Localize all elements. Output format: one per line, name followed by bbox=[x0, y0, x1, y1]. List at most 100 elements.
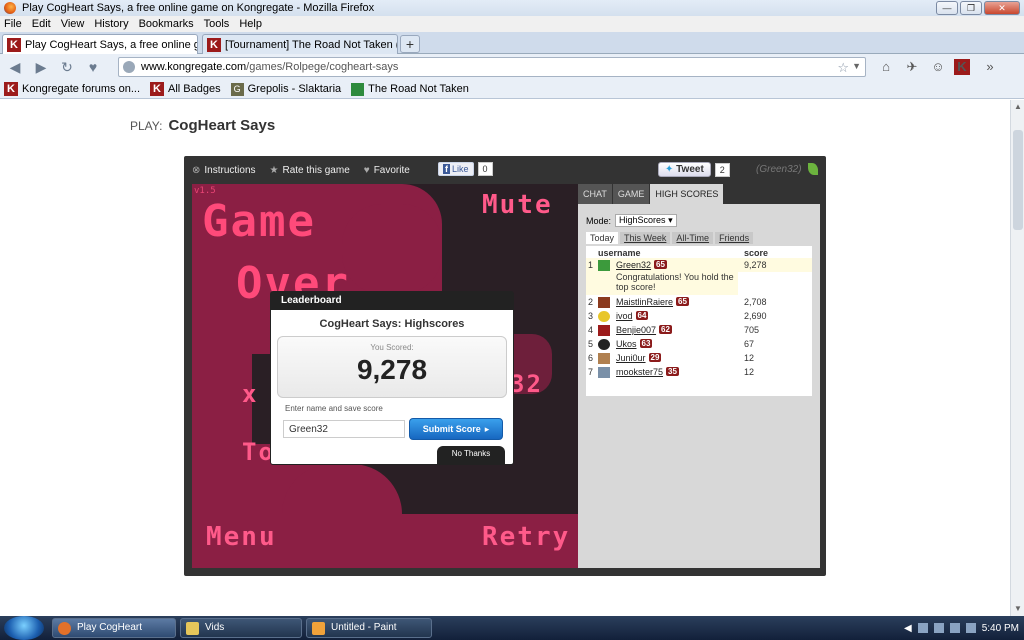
row-rank: 5 bbox=[588, 339, 594, 349]
menu-bar: File Edit View History Bookmarks Tools H… bbox=[0, 16, 1024, 32]
volume-icon[interactable] bbox=[949, 623, 960, 633]
retry-button[interactable]: Retry bbox=[482, 522, 570, 552]
tab-this-week[interactable]: This Week bbox=[620, 232, 671, 244]
window-title: Play CogHeart Says, a free online game o… bbox=[22, 2, 375, 14]
url-bar[interactable]: www.kongregate.com /games/Rolpege/coghea… bbox=[118, 57, 866, 77]
start-button[interactable] bbox=[4, 616, 44, 640]
no-thanks-button[interactable]: No Thanks bbox=[437, 446, 505, 464]
close-window-button[interactable]: ✕ bbox=[984, 1, 1020, 15]
menu-file[interactable]: File bbox=[4, 18, 22, 30]
score-value: 9,278 bbox=[356, 354, 428, 385]
chevron-right-icon: ▸ bbox=[484, 423, 490, 434]
tab-all-time[interactable]: All-Time bbox=[672, 232, 714, 244]
bookmark-road-not-taken[interactable]: The Road Not Taken bbox=[351, 82, 469, 96]
favorite-link[interactable]: ♥ Favorite bbox=[364, 165, 410, 176]
network-icon[interactable] bbox=[933, 623, 944, 633]
row-username[interactable]: Green32 bbox=[616, 260, 651, 270]
facebook-like-button[interactable]: f Like bbox=[438, 162, 474, 176]
avatar[interactable] bbox=[598, 311, 610, 322]
enter-name-label: Enter name and save score bbox=[285, 404, 383, 413]
row-username[interactable]: MaistlinRaiere bbox=[616, 297, 673, 307]
username-tag[interactable]: (Green32) bbox=[756, 164, 802, 175]
tweet-button[interactable]: ✦ Tweet bbox=[658, 162, 711, 177]
range-tabs: Today This Week All-Time Friends bbox=[586, 232, 754, 244]
info-icon: ⊗ bbox=[192, 164, 201, 176]
tab-chat[interactable]: CHAT bbox=[578, 184, 613, 204]
tab-cogheart[interactable]: K Play CogHeart Says, a free online ga..… bbox=[2, 34, 198, 54]
row-username[interactable]: ivod bbox=[616, 311, 633, 321]
scroll-up-icon[interactable]: ▲ bbox=[1011, 100, 1024, 114]
avatar[interactable] bbox=[598, 339, 610, 350]
taskbar-item-vids[interactable]: Vids bbox=[180, 618, 302, 638]
mute-button[interactable]: Mute bbox=[482, 190, 553, 220]
forward-arrow-icon[interactable]: ▶ bbox=[30, 56, 52, 78]
mode-label: Mode: bbox=[586, 215, 612, 226]
home-icon[interactable]: ⌂ bbox=[876, 57, 896, 77]
row-username[interactable]: Juni0ur bbox=[616, 353, 646, 363]
taskbar-item-paint[interactable]: Untitled - Paint bbox=[306, 618, 432, 638]
tweet-count: 2 bbox=[714, 162, 730, 177]
kongregate-addon-icon[interactable]: K bbox=[954, 59, 970, 75]
scroll-down-icon[interactable]: ▼ bbox=[1011, 602, 1024, 616]
star-icon: ★ bbox=[269, 164, 279, 176]
menu-button[interactable]: Menu bbox=[206, 522, 277, 552]
menu-bookmarks[interactable]: Bookmarks bbox=[139, 18, 194, 30]
row-username[interactable]: mookster75 bbox=[616, 367, 663, 377]
tab-today[interactable]: Today bbox=[586, 232, 619, 244]
security-icon[interactable] bbox=[965, 623, 976, 633]
scrollbar-thumb[interactable] bbox=[1013, 130, 1023, 230]
menu-chevron-icon[interactable]: » bbox=[980, 57, 1000, 77]
avatar[interactable] bbox=[598, 325, 610, 336]
clock[interactable]: 5:40 PM bbox=[982, 623, 1019, 634]
side-panel: CHAT GAME HIGH SCORES Mode: HighScores ▾… bbox=[578, 184, 820, 568]
avatar[interactable] bbox=[598, 297, 610, 308]
row-rank: 2 bbox=[588, 297, 594, 307]
bookmark-star-icon[interactable]: ☆ bbox=[837, 60, 849, 76]
addon-icon[interactable]: ✈ bbox=[902, 57, 922, 77]
tray-app-icon[interactable] bbox=[917, 623, 928, 633]
tab-high-scores[interactable]: HIGH SCORES bbox=[650, 184, 725, 204]
tab-tournament[interactable]: K [Tournament] The Road Not Taken (... ✕ bbox=[202, 34, 398, 54]
site-identity-icon[interactable] bbox=[123, 61, 135, 73]
show-hidden-icons[interactable]: ◀ bbox=[904, 623, 912, 634]
bookmark-kongregate-forums[interactable]: K Kongregate forums on... bbox=[4, 82, 140, 96]
row-username[interactable]: Benjie007 bbox=[616, 325, 656, 335]
submit-score-button[interactable]: Submit Score ▸ bbox=[409, 418, 503, 440]
maximize-button[interactable]: ❐ bbox=[960, 1, 982, 15]
taskbar-label: Vids bbox=[205, 622, 225, 633]
taskbar-item-firefox[interactable]: Play CogHeart Says,... bbox=[52, 618, 176, 638]
avatar[interactable] bbox=[598, 260, 610, 271]
version-label: v1.5 bbox=[194, 186, 216, 196]
rate-game-link[interactable]: ★ Rate this game bbox=[270, 165, 350, 176]
tab-game[interactable]: GAME bbox=[612, 184, 651, 204]
bookmark-all-badges[interactable]: K All Badges bbox=[150, 82, 221, 96]
new-tab-button[interactable]: + bbox=[400, 35, 420, 53]
menu-view[interactable]: View bbox=[61, 18, 85, 30]
back-arrow-icon[interactable]: ◀ bbox=[4, 56, 26, 78]
firefox-icon bbox=[4, 2, 16, 14]
menu-edit[interactable]: Edit bbox=[32, 18, 51, 30]
bookmark-label: Grepolis - Slaktaria bbox=[247, 83, 342, 95]
ghostery-icon[interactable]: ♥ bbox=[82, 56, 104, 78]
spreadsheet-icon bbox=[351, 82, 365, 96]
menu-tools[interactable]: Tools bbox=[204, 18, 230, 30]
mode-select[interactable]: HighScores ▾ bbox=[615, 214, 677, 227]
avatar[interactable] bbox=[598, 367, 610, 378]
row-username[interactable]: Ukos bbox=[616, 339, 637, 349]
game-canvas[interactable]: v1.5 Game Over Mute x 32 To Menu Retry L… bbox=[192, 184, 578, 568]
name-input[interactable] bbox=[283, 420, 405, 438]
reload-icon[interactable]: ↻ bbox=[56, 56, 78, 78]
instructions-link[interactable]: ⊗ Instructions bbox=[192, 165, 256, 176]
page-scrollbar[interactable]: ▲ ▼ bbox=[1010, 100, 1024, 616]
avatar[interactable] bbox=[598, 353, 610, 364]
level-badge: 63 bbox=[639, 339, 653, 348]
firefox-icon bbox=[58, 622, 71, 635]
tab-friends[interactable]: Friends bbox=[715, 232, 754, 244]
url-dropdown-icon[interactable]: ▼ bbox=[852, 61, 861, 71]
bookmark-grepolis[interactable]: G Grepolis - Slaktaria bbox=[230, 82, 342, 96]
menu-help[interactable]: Help bbox=[239, 18, 262, 30]
minimize-button[interactable]: — bbox=[936, 1, 958, 15]
tab-bar: K Play CogHeart Says, a free online ga..… bbox=[0, 32, 1024, 54]
menu-history[interactable]: History bbox=[94, 18, 128, 30]
smiley-addon-icon[interactable]: ☺ bbox=[928, 57, 948, 77]
